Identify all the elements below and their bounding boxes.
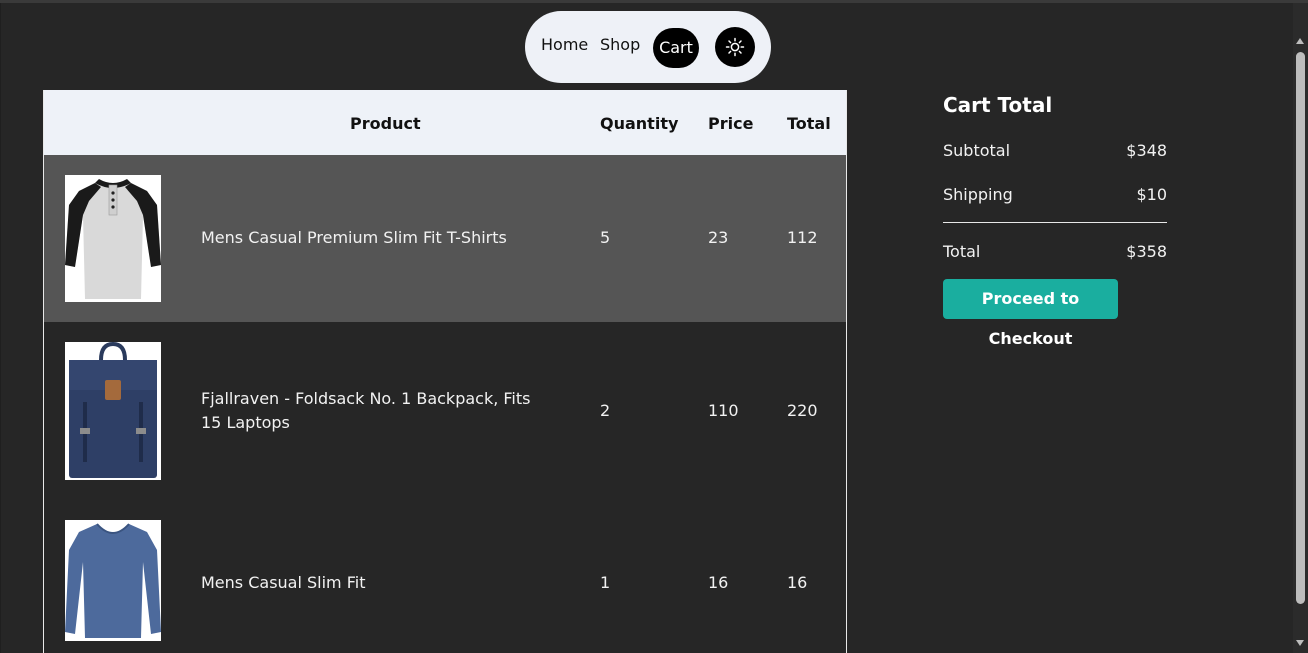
product-image [65,520,161,641]
summary-title: Cart Total [943,93,1053,117]
product-quantity: 1 [600,573,611,592]
product-total: 220 [787,401,818,420]
header-quantity: Quantity [600,114,679,133]
sun-icon [725,37,745,57]
backpack-image [65,342,161,480]
summary-divider [943,222,1167,223]
scroll-down-icon[interactable] [1296,640,1304,646]
proceed-to-checkout-button[interactable]: Proceed to Checkout [943,279,1118,348]
header-total: Total [787,114,831,133]
scrollbar-thumb[interactable] [1296,52,1305,604]
nav-bar: Home Shop Cart [525,11,771,83]
long-sleeve-shirt-image [65,520,161,641]
product-price: 16 [708,573,729,592]
product-price: 110 [708,401,739,420]
table-row[interactable]: Mens Casual Premium Slim Fit T-Shirts 5 … [44,155,846,322]
shipping-label: Shipping [943,185,1013,204]
product-name: Mens Casual Premium Slim Fit T-Shirts [201,228,507,247]
product-total: 16 [787,573,808,592]
subtotal-value: $348 [1126,141,1167,160]
nav-shop-link[interactable]: Shop [600,35,640,55]
page-viewport: Home Shop Cart Product Quantity Price To… [1,3,1293,653]
table-row[interactable]: Fjallraven - Foldsack No. 1 Backpack, Fi… [44,322,846,500]
total-value: $358 [1126,242,1167,261]
product-image [65,175,161,302]
scroll-up-icon[interactable] [1296,38,1304,44]
theme-toggle-button[interactable] [715,27,755,67]
product-price: 23 [708,228,729,247]
shipping-value: $10 [1136,185,1167,204]
product-quantity: 5 [600,228,611,247]
nav-home-link[interactable]: Home [541,35,588,55]
nav-cart-link[interactable]: Cart [653,28,699,68]
table-row[interactable]: Mens Casual Slim Fit 1 16 16 [44,500,846,653]
product-image [65,342,161,480]
subtotal-label: Subtotal [943,141,1011,160]
product-name: Fjallraven - Foldsack No. 1 Backpack, Fi… [201,389,531,432]
product-total: 112 [787,228,818,247]
product-name: Mens Casual Slim Fit [201,573,366,592]
cart-table: Product Quantity Price Total Mens Casual… [43,90,847,653]
product-quantity: 2 [600,401,611,420]
total-label: Total [943,242,981,261]
table-header: Product Quantity Price Total [44,90,846,155]
raglan-shirt-image [65,175,161,302]
header-price: Price [708,114,754,133]
header-product: Product [350,114,421,133]
